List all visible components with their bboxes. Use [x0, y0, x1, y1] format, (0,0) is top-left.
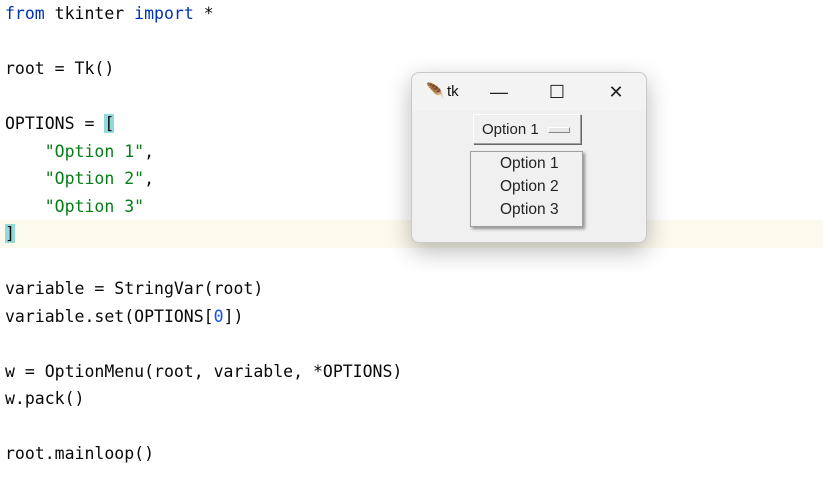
code-token: w = OptionMenu(root, variable, *OPTIONS) [5, 361, 403, 381]
option-dropdown-menu: Option 1 Option 2 Option 3 [470, 151, 583, 227]
menu-item-option-1[interactable]: Option 1 [471, 152, 582, 175]
option-menu-button[interactable]: Option 1 [473, 114, 581, 144]
code-token: * [193, 4, 214, 23]
feather-icon: 🪶 [426, 83, 445, 100]
code-line: root.mainloop() [0, 440, 823, 468]
window-title: tk [447, 83, 459, 100]
code-token: , [144, 141, 155, 161]
code-token: w.pack() [5, 389, 85, 408]
code-token: from [5, 4, 45, 23]
code-line: from tkinter import * [0, 0, 823, 28]
code-token: , [144, 169, 155, 188]
code-token: "Option 1" [44, 141, 145, 161]
code-line: variable.set(OPTIONS[0]) [0, 303, 823, 331]
tk-window: 🪶 tk — ☐ ✕ Option 1 Option 1 Option 2 Op… [411, 72, 647, 243]
code-line: w.pack() [0, 385, 823, 413]
code-token: variable = StringVar(root) [5, 279, 264, 298]
code-token: "Option 2" [44, 169, 145, 188]
code-token: tkinter [44, 4, 135, 23]
code-token: root.mainloop() [5, 444, 155, 463]
dropdown-indicator-icon [548, 127, 570, 133]
maximize-button[interactable]: ☐ [537, 79, 577, 105]
code-token: "Option 3" [44, 196, 145, 216]
code-line: w = OptionMenu(root, variable, *OPTIONS) [0, 358, 823, 386]
code-token: [ [104, 114, 115, 133]
code-token: OPTIONS = [5, 114, 105, 133]
minimize-button[interactable]: — [479, 79, 519, 105]
code-token: variable.set(OPTIONS[ [5, 306, 214, 326]
code-token: ] [5, 224, 15, 243]
code-line: variable = StringVar(root) [0, 275, 823, 303]
option-menu-selected: Option 1 [482, 121, 539, 138]
code-token: ]) [223, 306, 244, 326]
menu-item-option-3[interactable]: Option 3 [471, 198, 582, 221]
code-token: root = Tk() [5, 59, 115, 78]
title-bar[interactable]: 🪶 tk — ☐ ✕ [412, 73, 646, 111]
close-button[interactable]: ✕ [596, 79, 636, 105]
menu-item-option-2[interactable]: Option 2 [471, 175, 582, 198]
code-token: import [134, 4, 194, 23]
code-token: 0 [213, 306, 224, 326]
